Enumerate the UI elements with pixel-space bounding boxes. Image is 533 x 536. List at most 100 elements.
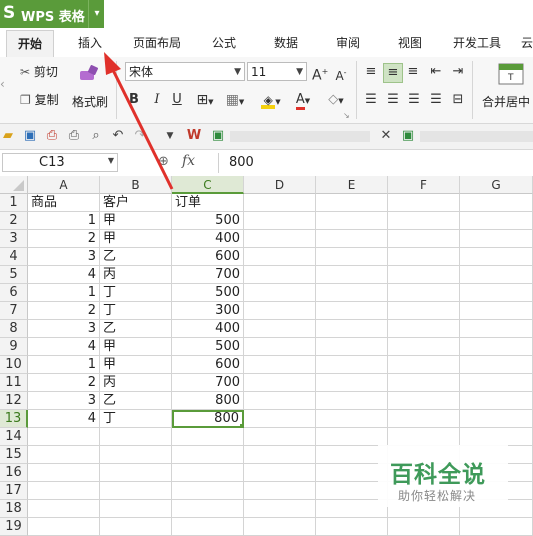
clear-format-icon[interactable]: ◇▼ xyxy=(323,91,349,110)
cell-d9[interactable] xyxy=(244,338,316,356)
borders-icon[interactable]: ⊞▼ xyxy=(193,91,217,111)
row-header[interactable]: 6 xyxy=(0,284,28,302)
font-dialog-launcher-icon[interactable]: ↘ xyxy=(343,111,350,120)
shrink-font-button[interactable]: A- xyxy=(333,64,349,85)
cell-g2[interactable] xyxy=(460,212,533,230)
cell-g1[interactable] xyxy=(460,194,533,212)
cell-a10[interactable]: 1 xyxy=(28,356,100,374)
cell-a13[interactable]: 4 xyxy=(28,410,100,428)
copy-button[interactable]: ❐ 复制 xyxy=(20,91,59,108)
tab-developer[interactable]: 开发工具 xyxy=(448,30,506,57)
cell-g6[interactable] xyxy=(460,284,533,302)
cell-c14[interactable] xyxy=(172,428,244,446)
active-cell-c13[interactable]: 800 xyxy=(172,410,244,428)
cell-e6[interactable] xyxy=(316,284,388,302)
print-icon[interactable]: ⎙ xyxy=(66,128,82,144)
cell-a8[interactable]: 3 xyxy=(28,320,100,338)
app-menu-button[interactable]: S WPS 表格 ▾ xyxy=(0,0,104,28)
cell-b10[interactable]: 甲 xyxy=(100,356,172,374)
cell-b1[interactable]: 客户 xyxy=(100,194,172,212)
cell-a12[interactable]: 3 xyxy=(28,392,100,410)
tab-formulas[interactable]: 公式 xyxy=(204,30,244,57)
cell-a17[interactable] xyxy=(28,482,100,500)
cell-b12[interactable]: 乙 xyxy=(100,392,172,410)
cell-b8[interactable]: 乙 xyxy=(100,320,172,338)
cell-c6[interactable]: 500 xyxy=(172,284,244,302)
row-header[interactable]: 13 xyxy=(0,410,28,428)
cell-d4[interactable] xyxy=(244,248,316,266)
app-menu-dropdown-icon[interactable]: ▾ xyxy=(88,0,105,28)
italic-button[interactable]: I xyxy=(150,91,164,109)
cell-g8[interactable] xyxy=(460,320,533,338)
cell-a9[interactable]: 4 xyxy=(28,338,100,356)
align-bottom-icon[interactable]: ≡ xyxy=(405,63,421,81)
cell-f6[interactable] xyxy=(388,284,460,302)
cell-b4[interactable]: 乙 xyxy=(100,248,172,266)
cell-c8[interactable]: 400 xyxy=(172,320,244,338)
cell-d16[interactable] xyxy=(244,464,316,482)
row-header[interactable]: 19 xyxy=(0,518,28,536)
row-header[interactable]: 9 xyxy=(0,338,28,356)
cell-e3[interactable] xyxy=(316,230,388,248)
fill-color-icon[interactable]: ◈ ▼ xyxy=(257,91,285,111)
align-left-icon[interactable]: ☰ xyxy=(363,91,379,109)
font-name-select[interactable]: 宋体 ▼ xyxy=(125,62,245,81)
row-header[interactable]: 8 xyxy=(0,320,28,338)
cell-c2[interactable]: 500 xyxy=(172,212,244,230)
cell-f9[interactable] xyxy=(388,338,460,356)
cell-a5[interactable]: 4 xyxy=(28,266,100,284)
cell-g4[interactable] xyxy=(460,248,533,266)
ribbon-scroll-left-icon[interactable]: ‹ xyxy=(0,77,5,91)
cell-g14[interactable] xyxy=(460,428,533,446)
cell-d8[interactable] xyxy=(244,320,316,338)
cell-a4[interactable]: 3 xyxy=(28,248,100,266)
cell-f5[interactable] xyxy=(388,266,460,284)
cell-e10[interactable] xyxy=(316,356,388,374)
cell-b18[interactable] xyxy=(100,500,172,518)
cell-b16[interactable] xyxy=(100,464,172,482)
cell-d7[interactable] xyxy=(244,302,316,320)
cell-c15[interactable] xyxy=(172,446,244,464)
cell-a15[interactable] xyxy=(28,446,100,464)
cell-f7[interactable] xyxy=(388,302,460,320)
row-header[interactable]: 1 xyxy=(0,194,28,212)
tab-insert[interactable]: 插入 xyxy=(70,30,110,57)
cell-d17[interactable] xyxy=(244,482,316,500)
row-header[interactable]: 15 xyxy=(0,446,28,464)
cell-c10[interactable]: 600 xyxy=(172,356,244,374)
customize-toolbar-icon[interactable]: ▼ xyxy=(162,128,178,144)
close-icon[interactable]: ✕ xyxy=(378,128,394,144)
align-middle-icon[interactable]: ≡ xyxy=(383,63,403,83)
cell-e8[interactable] xyxy=(316,320,388,338)
align-top-icon[interactable]: ≡ xyxy=(363,63,379,81)
cell-f2[interactable] xyxy=(388,212,460,230)
column-header-e[interactable]: E xyxy=(316,176,388,194)
column-header-g[interactable]: G xyxy=(460,176,533,194)
cell-d3[interactable] xyxy=(244,230,316,248)
increase-indent-icon[interactable]: ⇥ xyxy=(450,63,466,81)
row-header[interactable]: 14 xyxy=(0,428,28,446)
cell-g5[interactable] xyxy=(460,266,533,284)
open-folder-icon[interactable]: ▰ xyxy=(0,128,16,144)
cell-d2[interactable] xyxy=(244,212,316,230)
cell-c17[interactable] xyxy=(172,482,244,500)
cell-e4[interactable] xyxy=(316,248,388,266)
cell-e19[interactable] xyxy=(316,518,388,536)
cell-a7[interactable]: 2 xyxy=(28,302,100,320)
row-header[interactable]: 12 xyxy=(0,392,28,410)
cell-b19[interactable] xyxy=(100,518,172,536)
cell-b9[interactable]: 甲 xyxy=(100,338,172,356)
cell-f4[interactable] xyxy=(388,248,460,266)
print-preview-icon[interactable]: ⌕ xyxy=(88,128,104,144)
cell-c11[interactable]: 700 xyxy=(172,374,244,392)
formula-input[interactable]: 800 xyxy=(218,153,533,173)
cell-b14[interactable] xyxy=(100,428,172,446)
row-header[interactable]: 5 xyxy=(0,266,28,284)
save-icon[interactable]: ▣ xyxy=(22,128,38,144)
cell-c18[interactable] xyxy=(172,500,244,518)
zoom-function-icon[interactable]: ⊕ xyxy=(158,154,169,169)
blurred-document-tab[interactable] xyxy=(420,131,533,142)
name-box[interactable]: C13 ▼ xyxy=(2,153,118,172)
underline-button[interactable]: U xyxy=(170,91,184,109)
cell-e12[interactable] xyxy=(316,392,388,410)
